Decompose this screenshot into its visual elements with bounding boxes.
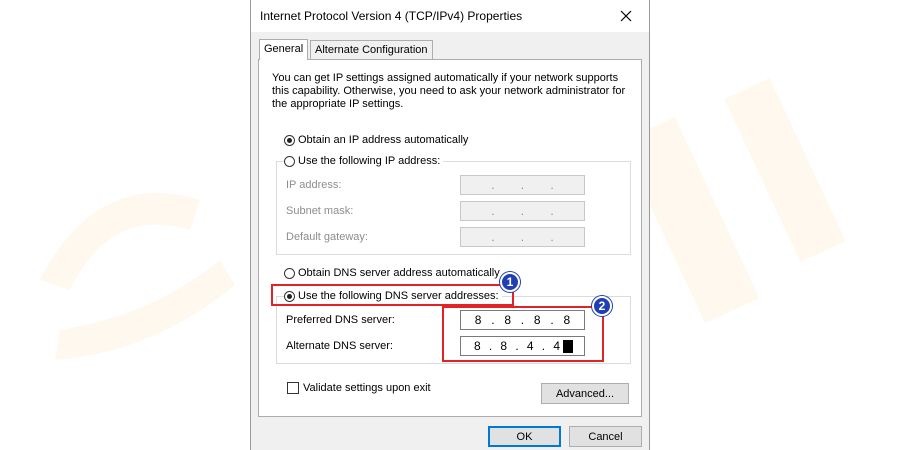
obtain-ip-automatically-label: Obtain an IP address automatically (298, 134, 469, 146)
subnet-mask-label: Subnet mask: (286, 205, 354, 217)
radio-checked-icon (284, 290, 295, 302)
advanced-button[interactable]: Advanced... (541, 383, 629, 404)
use-following-dns-radio[interactable]: Use the following DNS server addresses: (284, 290, 502, 302)
radio-unchecked-icon (284, 155, 295, 167)
ipv4-properties-dialog: Internet Protocol Version 4 (TCP/IPv4) P… (250, 0, 650, 450)
step-badge-2: 2 (592, 296, 612, 316)
text-cursor (562, 340, 573, 354)
tab-alternate-configuration[interactable]: Alternate Configuration (310, 40, 433, 59)
alternate-dns-input[interactable]: 8.8.4.4 (460, 336, 585, 356)
cancel-button[interactable]: Cancel (569, 426, 642, 447)
subnet-mask-input[interactable]: ... (460, 201, 585, 221)
ip-address-label: IP address: (286, 179, 342, 191)
description-text: You can get IP settings assigned automat… (272, 72, 626, 110)
step-badge-1: 1 (500, 272, 520, 292)
use-following-ip-radio[interactable]: Use the following IP address: (284, 155, 444, 167)
general-panel: You can get IP settings assigned automat… (258, 59, 642, 417)
alternate-dns-label: Alternate DNS server: (286, 340, 393, 352)
obtain-dns-automatically-label: Obtain DNS server address automatically (298, 267, 500, 279)
title-bar: Internet Protocol Version 4 (TCP/IPv4) P… (251, 0, 649, 32)
close-button[interactable] (603, 0, 649, 32)
dialog-title: Internet Protocol Version 4 (TCP/IPv4) P… (260, 9, 523, 23)
obtain-dns-automatically-radio[interactable]: Obtain DNS server address automatically (284, 267, 500, 279)
preferred-dns-label: Preferred DNS server: (286, 314, 395, 326)
use-following-ip-label: Use the following IP address: (298, 155, 441, 167)
default-gateway-input[interactable]: ... (460, 227, 585, 247)
validate-settings-checkbox[interactable]: Validate settings upon exit (287, 382, 431, 394)
radio-unchecked-icon (284, 267, 295, 279)
validate-settings-label: Validate settings upon exit (303, 382, 431, 394)
ip-address-input[interactable]: ... (460, 175, 585, 195)
obtain-ip-automatically-radio[interactable]: Obtain an IP address automatically (284, 134, 468, 146)
radio-checked-icon (284, 134, 295, 146)
tab-general[interactable]: General (259, 39, 309, 60)
close-icon (620, 10, 632, 22)
ok-button[interactable]: OK (488, 426, 561, 447)
default-gateway-label: Default gateway: (286, 231, 368, 243)
preferred-dns-input[interactable]: 8.8.8.8 (460, 310, 585, 330)
checkbox-unchecked-icon (287, 382, 299, 394)
use-following-dns-label: Use the following DNS server addresses: (298, 290, 499, 302)
